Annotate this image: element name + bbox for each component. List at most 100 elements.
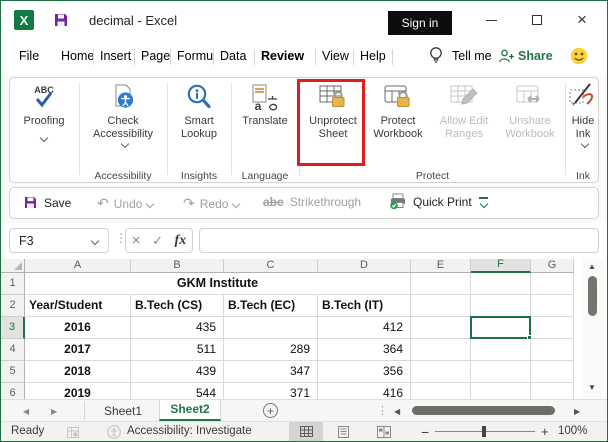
tab-home[interactable]: Home — [61, 49, 94, 63]
column-header-f-selected[interactable]: F — [471, 259, 531, 273]
fill-handle[interactable] — [527, 335, 532, 340]
sheet-tab-sheet1[interactable]: Sheet1 — [104, 404, 142, 418]
tab-help[interactable]: Help — [360, 49, 386, 63]
row-header-5[interactable]: 5 — [1, 361, 25, 383]
cell-e3[interactable] — [411, 317, 471, 339]
formula-input[interactable] — [199, 228, 599, 253]
new-sheet-button[interactable]: + — [263, 403, 278, 418]
cell-c4[interactable]: 289 — [224, 339, 318, 361]
macro-record-icon[interactable] — [67, 427, 79, 438]
tab-file[interactable]: File — [19, 49, 39, 63]
tab-view[interactable]: View — [322, 49, 349, 63]
row-header-1[interactable]: 1 — [1, 273, 25, 295]
zoom-in-button[interactable]: + — [541, 424, 549, 439]
cell-d3[interactable]: 412 — [318, 317, 411, 339]
column-header-g[interactable]: G — [531, 259, 574, 273]
cell-f6[interactable] — [471, 383, 531, 399]
row-header-2[interactable]: 2 — [1, 295, 25, 317]
select-all-corner[interactable] — [1, 259, 25, 273]
hide-ink-button[interactable]: Hide Ink — [567, 83, 599, 149]
tab-formulas[interactable]: Formu — [177, 49, 213, 63]
cell-f2[interactable] — [471, 295, 531, 317]
cell-g3[interactable] — [531, 317, 574, 339]
cell-d2[interactable]: B.Tech (IT) — [318, 295, 411, 317]
translate-button[interactable]: a Translate — [235, 83, 295, 128]
zoom-out-button[interactable]: − — [421, 424, 429, 440]
column-header-a[interactable]: A — [25, 259, 131, 273]
cell-c3[interactable] — [224, 317, 318, 339]
minimize-button[interactable] — [476, 9, 506, 31]
cell-f5[interactable] — [471, 361, 531, 383]
cell-e4[interactable] — [411, 339, 471, 361]
cell-g4[interactable] — [531, 339, 574, 361]
enter-check-icon[interactable]: ✓ — [152, 233, 163, 249]
tab-review[interactable]: Review — [261, 49, 304, 63]
zoom-level-label[interactable]: 100% — [558, 425, 587, 437]
tell-me-label[interactable]: Tell me — [452, 49, 492, 63]
selected-cell-outline[interactable] — [470, 316, 531, 339]
cell-f1[interactable] — [471, 273, 531, 295]
hscroll-left-icon[interactable]: ◀ — [394, 407, 400, 416]
cell-a4[interactable]: 2017 — [25, 339, 131, 361]
column-header-d[interactable]: D — [318, 259, 411, 273]
cell-a2[interactable]: Year/Student — [25, 295, 131, 317]
feedback-smiley-icon[interactable] — [570, 47, 588, 65]
cell-b2[interactable]: B.Tech (CS) — [131, 295, 224, 317]
row-header-3-selected[interactable]: 3 — [1, 317, 25, 339]
cell-b4[interactable]: 511 — [131, 339, 224, 361]
hscroll-right-icon[interactable]: ▶ — [574, 407, 580, 416]
row-header-6[interactable]: 6 — [1, 383, 25, 399]
cell-e5[interactable] — [411, 361, 471, 383]
vertical-scroll-thumb[interactable] — [588, 276, 597, 316]
view-normal-button[interactable] — [289, 422, 323, 441]
cell-e6[interactable] — [411, 383, 471, 399]
cell-a5[interactable]: 2018 — [25, 361, 131, 383]
column-header-c[interactable]: C — [224, 259, 318, 273]
tab-insert[interactable]: Insert — [100, 49, 131, 63]
proofing-button[interactable]: ABC Proofing — [15, 83, 73, 143]
view-page-break-button[interactable] — [377, 426, 391, 438]
sheet-tab-sheet2-active[interactable]: Sheet2 — [159, 400, 221, 421]
row-header-4[interactable]: 4 — [1, 339, 25, 361]
cell-c2[interactable]: B.Tech (EC) — [224, 295, 318, 317]
close-button[interactable]: × — [567, 8, 597, 32]
cell-b3[interactable]: 435 — [131, 317, 224, 339]
cell-g2[interactable] — [531, 295, 574, 317]
cell-g1[interactable] — [531, 273, 574, 295]
protect-workbook-button[interactable]: Protect Workbook — [367, 83, 429, 141]
horizontal-scroll-thumb[interactable] — [412, 406, 555, 415]
vertical-scrollbar[interactable]: ▲ ▼ — [582, 259, 603, 399]
cell-d5[interactable]: 356 — [318, 361, 411, 383]
cancel-icon[interactable]: × — [132, 232, 141, 249]
cell-c5[interactable]: 347 — [224, 361, 318, 383]
sheet-nav-left-icon[interactable]: ◀ — [23, 407, 29, 416]
scroll-down-icon[interactable]: ▼ — [588, 383, 596, 392]
scroll-up-icon[interactable]: ▲ — [588, 262, 596, 271]
status-accessibility-label[interactable]: Accessibility: Investigate — [127, 425, 252, 437]
column-header-b[interactable]: B — [131, 259, 224, 273]
sign-in-button[interactable]: Sign in — [388, 11, 452, 35]
cell-d6[interactable]: 416 — [318, 383, 411, 399]
cell-f4[interactable] — [471, 339, 531, 361]
sheet-nav-right-icon[interactable]: ▶ — [51, 407, 57, 416]
tab-page-layout[interactable]: Page — [141, 49, 170, 63]
column-header-e[interactable]: E — [411, 259, 471, 273]
insert-function-icon[interactable]: fx — [175, 233, 187, 249]
cell-e1[interactable] — [411, 273, 471, 295]
cell-b5[interactable]: 439 — [131, 361, 224, 383]
lightbulb-icon[interactable] — [428, 45, 444, 65]
cell-e2[interactable] — [411, 295, 471, 317]
qat-save-button[interactable]: Save — [23, 195, 71, 210]
share-button[interactable]: Share — [518, 49, 553, 63]
name-box[interactable]: F3 — [9, 228, 109, 253]
accessibility-status-icon[interactable] — [107, 425, 121, 439]
save-icon[interactable] — [53, 12, 69, 28]
cell-a1-merged-title[interactable]: GKM Institute — [25, 273, 411, 295]
cell-g6[interactable] — [531, 383, 574, 399]
tab-data[interactable]: Data — [220, 49, 246, 63]
cell-a3[interactable]: 2016 — [25, 317, 131, 339]
qat-quick-print-button[interactable]: Quick Print — [389, 193, 472, 210]
cell-b6[interactable]: 544 — [131, 383, 224, 399]
cell-g5[interactable] — [531, 361, 574, 383]
zoom-slider-thumb[interactable] — [482, 426, 486, 437]
